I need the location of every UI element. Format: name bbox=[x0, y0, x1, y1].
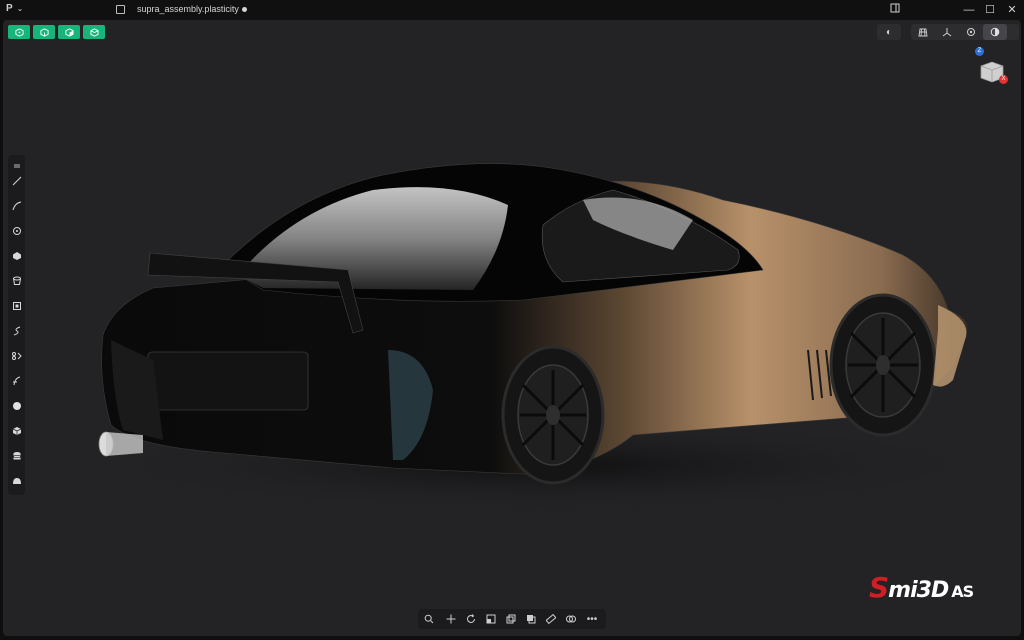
scale-icon[interactable] bbox=[483, 611, 499, 627]
rear-wheel bbox=[501, 345, 605, 485]
circle-icon[interactable] bbox=[8, 222, 25, 240]
chevron-down-icon: ⌄ bbox=[16, 4, 24, 13]
watermark-suffix: AS bbox=[951, 582, 974, 601]
title-bar: P ⌄ supra_assembly.plasticity — ☐ ✕ bbox=[0, 0, 1024, 20]
mirror-icon[interactable] bbox=[8, 347, 25, 365]
more-icon[interactable]: ••• bbox=[584, 611, 600, 627]
xray-toggle-icon[interactable]: ◐ bbox=[877, 24, 901, 40]
car-model-render[interactable] bbox=[3, 20, 1021, 636]
solid-select-button[interactable] bbox=[83, 25, 105, 39]
z-axis-badge[interactable]: Z bbox=[975, 47, 984, 56]
render-mode-icon[interactable] bbox=[983, 24, 1007, 40]
solid-cube-icon bbox=[89, 27, 99, 37]
document-tab[interactable]: supra_assembly.plasticity bbox=[137, 4, 247, 14]
search-icon[interactable] bbox=[421, 611, 437, 627]
x-axis-badge[interactable]: X bbox=[999, 75, 1008, 84]
sidebar-toggle-icon[interactable] bbox=[888, 3, 902, 17]
spline-icon[interactable] bbox=[8, 322, 25, 340]
vertex-cube-icon bbox=[14, 27, 24, 37]
edge-cube-icon bbox=[39, 27, 49, 37]
line-icon[interactable] bbox=[8, 172, 25, 190]
boolean-icon[interactable] bbox=[523, 611, 539, 627]
close-button[interactable]: ✕ bbox=[1005, 3, 1019, 17]
measure-icon[interactable] bbox=[543, 611, 559, 627]
stack-icon[interactable] bbox=[8, 447, 25, 465]
fillet-icon[interactable] bbox=[8, 372, 25, 390]
vertex-select-button[interactable] bbox=[8, 25, 30, 39]
axes-icon[interactable] bbox=[935, 24, 959, 40]
watermark-letter-s: S bbox=[869, 571, 889, 604]
unsaved-indicator bbox=[241, 7, 247, 13]
panel-toggle-icon[interactable] bbox=[116, 5, 125, 14]
move-icon[interactable] bbox=[443, 611, 459, 627]
polygon-icon[interactable] bbox=[8, 247, 25, 265]
view-controls-group bbox=[911, 24, 1019, 40]
app-menu[interactable]: P ⌄ bbox=[6, 3, 23, 14]
xray-toggle-group: ◐ bbox=[877, 24, 901, 40]
settings-icon[interactable] bbox=[959, 24, 983, 40]
intersect-icon[interactable] bbox=[563, 611, 579, 627]
bottom-tools-toolbar: ••• bbox=[418, 609, 606, 629]
front-wheel bbox=[829, 293, 937, 437]
minimize-button[interactable]: — bbox=[962, 3, 976, 17]
maximize-button[interactable]: ☐ bbox=[983, 3, 997, 17]
cube-icon[interactable] bbox=[8, 422, 25, 440]
navigation-cube[interactable]: Z X bbox=[975, 47, 1008, 86]
shape-icon[interactable] bbox=[8, 472, 25, 490]
grid-icon[interactable] bbox=[911, 24, 935, 40]
face-cube-icon bbox=[64, 27, 74, 37]
duplicate-icon[interactable] bbox=[503, 611, 519, 627]
face-select-button[interactable] bbox=[58, 25, 80, 39]
document-title: supra_assembly.plasticity bbox=[137, 4, 239, 14]
box-icon[interactable] bbox=[8, 297, 25, 315]
3d-viewport[interactable]: ◐ Z X ••• Smi3D AS bbox=[3, 20, 1021, 636]
curve-icon[interactable] bbox=[8, 197, 25, 215]
cylinder-icon[interactable] bbox=[8, 272, 25, 290]
rotate-icon[interactable] bbox=[463, 611, 479, 627]
watermark-logo: Smi3D AS bbox=[869, 571, 974, 604]
sphere-icon[interactable] bbox=[8, 397, 25, 415]
app-logo-icon: P bbox=[6, 3, 13, 14]
left-tools-toolbar bbox=[8, 155, 25, 495]
watermark-main-text: mi3D bbox=[888, 578, 949, 603]
edge-select-button[interactable] bbox=[33, 25, 55, 39]
